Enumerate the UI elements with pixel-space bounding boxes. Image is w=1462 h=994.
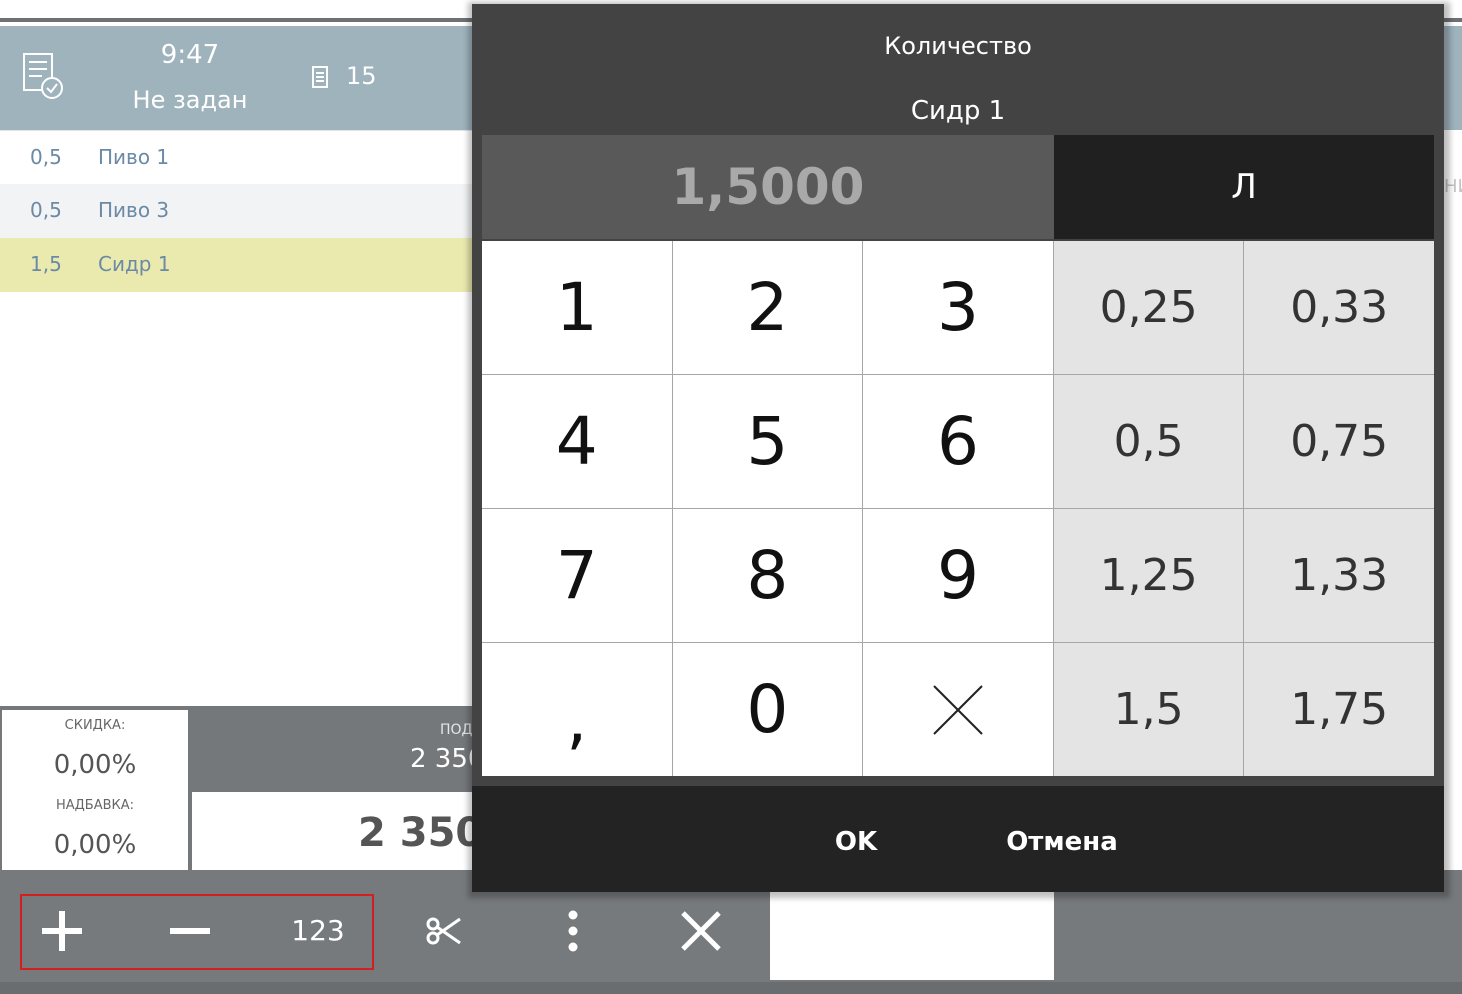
- split-button[interactable]: [412, 896, 476, 966]
- cancel-button[interactable]: Отмена: [992, 814, 1132, 870]
- dialog-item-name: Сидр 1: [910, 96, 1006, 126]
- order-line[interactable]: 0,5 Пиво 1: [0, 130, 472, 184]
- quantity-input-button[interactable]: 123: [270, 900, 366, 960]
- guests-count[interactable]: 15: [346, 62, 377, 90]
- discount-panel[interactable]: СКИДКА: 0,00% НАДБАВКА: 0,00%: [2, 710, 188, 870]
- total-value: 2 350: [358, 810, 484, 856]
- quantity-dialog: Количество Сидр 1 1,5000 Л 1 2 3 0,25 0,…: [472, 4, 1444, 892]
- decrease-qty-button[interactable]: [156, 896, 224, 966]
- discount-value: 0,00%: [53, 750, 137, 780]
- markup-label: НАДБАВКА:: [55, 798, 135, 813]
- scissors-icon: [426, 917, 461, 945]
- quantity-value: 1,5000: [671, 158, 865, 216]
- preset-key[interactable]: 0,25: [1053, 241, 1244, 374]
- key-1[interactable]: 1: [482, 241, 672, 374]
- guests-icon: [312, 66, 328, 88]
- more-options-button[interactable]: [548, 896, 598, 966]
- key-0[interactable]: 0: [672, 643, 863, 776]
- key-6[interactable]: 6: [863, 375, 1053, 508]
- preset-key[interactable]: 1,5: [1053, 643, 1244, 776]
- preset-key[interactable]: 1,75: [1244, 643, 1434, 776]
- order-line-name: Пиво 3: [98, 198, 170, 222]
- toolbar-blank-area: [770, 892, 1054, 980]
- markup-value: 0,00%: [53, 830, 137, 860]
- clear-key[interactable]: [863, 643, 1053, 776]
- increase-qty-button[interactable]: [28, 896, 96, 966]
- discount-label: СКИДКА:: [64, 718, 126, 733]
- order-line-qty: 0,5: [30, 145, 62, 169]
- toolbar-bottom-strip: [0, 982, 1462, 994]
- preset-key[interactable]: 0,33: [1244, 241, 1434, 374]
- more-vertical-icon: [568, 910, 578, 952]
- order-status[interactable]: Не задан: [110, 86, 270, 114]
- order-line-name: Сидр 1: [98, 252, 171, 276]
- key-3[interactable]: 3: [863, 241, 1053, 374]
- key-2[interactable]: 2: [672, 241, 863, 374]
- key-9[interactable]: 9: [863, 509, 1053, 642]
- ok-button[interactable]: OK: [806, 814, 906, 870]
- order-line-qty: 0,5: [30, 198, 62, 222]
- close-icon: [933, 684, 983, 735]
- order-time: 9:47: [160, 40, 220, 70]
- key-4[interactable]: 4: [482, 375, 672, 508]
- order-line-selected[interactable]: 1,5 Сидр 1: [0, 238, 472, 292]
- delete-line-button[interactable]: [668, 896, 734, 966]
- order-check-icon[interactable]: [22, 52, 66, 100]
- minus-icon: [170, 928, 210, 934]
- key-5[interactable]: 5: [672, 375, 863, 508]
- dialog-footer: [472, 786, 1444, 892]
- order-line[interactable]: 0,5 Пиво 3: [0, 184, 472, 238]
- preset-key[interactable]: 1,33: [1244, 509, 1434, 642]
- order-line-name: Пиво 1: [98, 145, 170, 169]
- key-comma[interactable]: ,: [482, 643, 672, 776]
- key-8[interactable]: 8: [672, 509, 863, 642]
- numeric-keypad: 1 2 3 0,25 0,33 4 5 6 0,5 0,75 7 8 9 1,2…: [482, 241, 1434, 776]
- unit-label: Л: [1231, 167, 1257, 207]
- preset-key[interactable]: 0,5: [1053, 375, 1244, 508]
- key-7[interactable]: 7: [482, 509, 672, 642]
- quantity-display[interactable]: 1,5000: [482, 135, 1054, 239]
- dialog-title: Количество: [884, 32, 1032, 60]
- order-line-qty: 1,5: [30, 252, 62, 276]
- preset-key[interactable]: 0,75: [1244, 375, 1434, 508]
- close-icon: [681, 911, 721, 951]
- plus-icon: [42, 911, 82, 951]
- unit-selector[interactable]: Л: [1054, 135, 1434, 239]
- preset-key[interactable]: 1,25: [1053, 509, 1244, 642]
